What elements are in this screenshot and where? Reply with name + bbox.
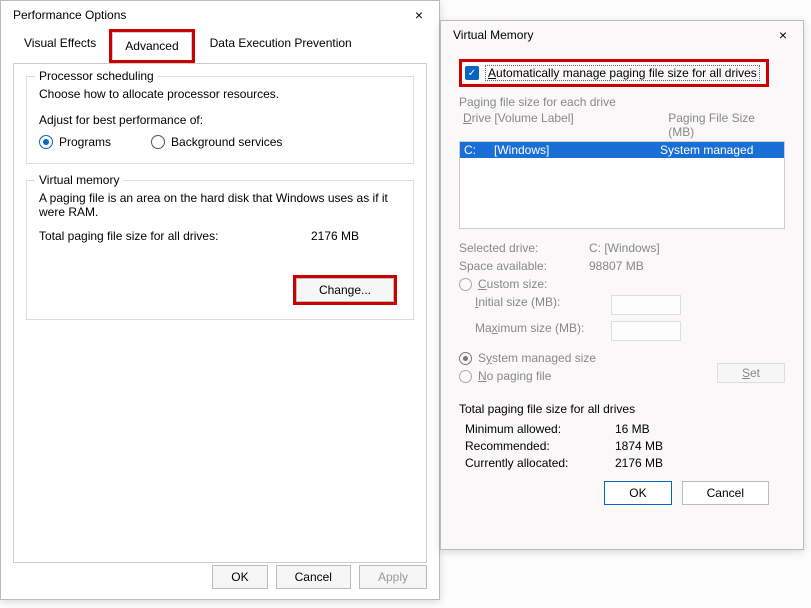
change-button[interactable]: Change...	[296, 278, 394, 302]
radio-icon	[459, 278, 472, 291]
proc-legend: Processor scheduling	[35, 69, 158, 83]
paging-section-label: Paging file size for each drive	[459, 95, 785, 109]
perf-bottom-buttons: OK Cancel Apply	[212, 565, 427, 589]
radio-programs-label: Programs	[59, 135, 111, 149]
performance-options-window: Performance Options × Visual Effects Adv…	[0, 0, 440, 600]
currently-allocated-label: Currently allocated:	[465, 456, 615, 470]
maximum-size-label: Maximum size (MB):	[475, 321, 605, 341]
perf-tabs: Visual Effects Advanced Data Execution P…	[1, 29, 439, 63]
radio-programs[interactable]: Programs	[39, 135, 111, 149]
vm-ok-button[interactable]: OK	[604, 481, 671, 505]
currently-allocated-value: 2176 MB	[615, 456, 663, 470]
radio-icon	[151, 135, 165, 149]
col-drive: Drive [Volume Label]	[463, 111, 628, 139]
ok-button[interactable]: OK	[212, 565, 267, 589]
vmem-total-value: 2176 MB	[311, 229, 359, 243]
close-icon[interactable]: ×	[773, 27, 793, 43]
initial-size-input[interactable]	[611, 295, 681, 315]
space-available-value: 98807 MB	[589, 259, 644, 273]
vmem-legend: Virtual memory	[35, 173, 123, 187]
set-button[interactable]: Set	[717, 363, 785, 383]
maximum-size-input[interactable]	[611, 321, 681, 341]
custom-size-label: Custom size:	[478, 277, 547, 291]
radio-background-label: Background services	[171, 135, 282, 149]
total-section-title: Total paging file size for all drives	[459, 402, 785, 416]
proc-adjust-label: Adjust for best performance of:	[39, 113, 401, 127]
processor-scheduling-group: Processor scheduling Choose how to alloc…	[26, 76, 414, 164]
vmem-total-label: Total paging file size for all drives:	[39, 229, 218, 243]
advanced-panel: Processor scheduling Choose how to alloc…	[13, 63, 427, 563]
radio-background-services[interactable]: Background services	[151, 135, 282, 149]
system-managed-label: System managed size	[478, 351, 596, 365]
close-icon[interactable]: ×	[409, 7, 429, 23]
proc-desc: Choose how to allocate processor resourc…	[39, 87, 401, 101]
initial-size-label: Initial size (MB):	[475, 295, 605, 315]
vm-body: ✓ Automatically manage paging file size …	[441, 49, 803, 515]
vm-title: Virtual Memory	[453, 28, 533, 42]
drive-list-header: Drive [Volume Label] Paging File Size (M…	[459, 109, 785, 141]
perf-title: Performance Options	[13, 8, 126, 22]
recommended-label: Recommended:	[465, 439, 615, 453]
vm-titlebar: Virtual Memory ×	[441, 21, 803, 49]
auto-manage-label: Automatically manage paging file size fo…	[485, 65, 760, 81]
highlight-advanced-tab: Advanced	[109, 29, 194, 63]
space-available-label: Space available:	[459, 259, 589, 273]
radio-icon	[39, 135, 53, 149]
minimum-allowed-label: Minimum allowed:	[465, 422, 615, 436]
radio-icon	[459, 370, 472, 383]
col-size: Paging File Size (MB)	[668, 111, 781, 139]
radio-icon	[459, 352, 472, 365]
drive-volume-label: [Windows]	[494, 143, 660, 157]
selected-drive-label: Selected drive:	[459, 241, 589, 255]
radio-custom-size[interactable]: Custom size:	[459, 277, 785, 291]
drive-paging-size: System managed	[660, 143, 780, 157]
vmem-desc: A paging file is an area on the hard dis…	[39, 191, 401, 219]
highlight-auto-manage: ✓ Automatically manage paging file size …	[459, 59, 769, 87]
checkbox-auto-manage[interactable]: ✓	[465, 66, 479, 80]
drive-letter: C:	[464, 143, 494, 157]
tab-visual-effects[interactable]: Visual Effects	[11, 29, 109, 63]
virtual-memory-group: Virtual memory A paging file is an area …	[26, 180, 414, 320]
highlight-change-button: Change...	[293, 275, 397, 305]
tab-dep[interactable]: Data Execution Prevention	[197, 29, 365, 63]
recommended-value: 1874 MB	[615, 439, 663, 453]
virtual-memory-window: Virtual Memory × ✓ Automatically manage …	[440, 20, 804, 550]
no-paging-label: No paging file	[478, 369, 551, 383]
drive-row-selected[interactable]: C: [Windows] System managed	[460, 142, 784, 158]
drive-list[interactable]: C: [Windows] System managed	[459, 141, 785, 229]
selected-drive-value: C: [Windows]	[589, 241, 660, 255]
tab-advanced[interactable]: Advanced	[112, 32, 191, 60]
perf-titlebar: Performance Options ×	[1, 1, 439, 29]
minimum-allowed-value: 16 MB	[615, 422, 650, 436]
cancel-button[interactable]: Cancel	[276, 565, 351, 589]
vm-cancel-button[interactable]: Cancel	[682, 481, 769, 505]
apply-button[interactable]: Apply	[359, 565, 427, 589]
